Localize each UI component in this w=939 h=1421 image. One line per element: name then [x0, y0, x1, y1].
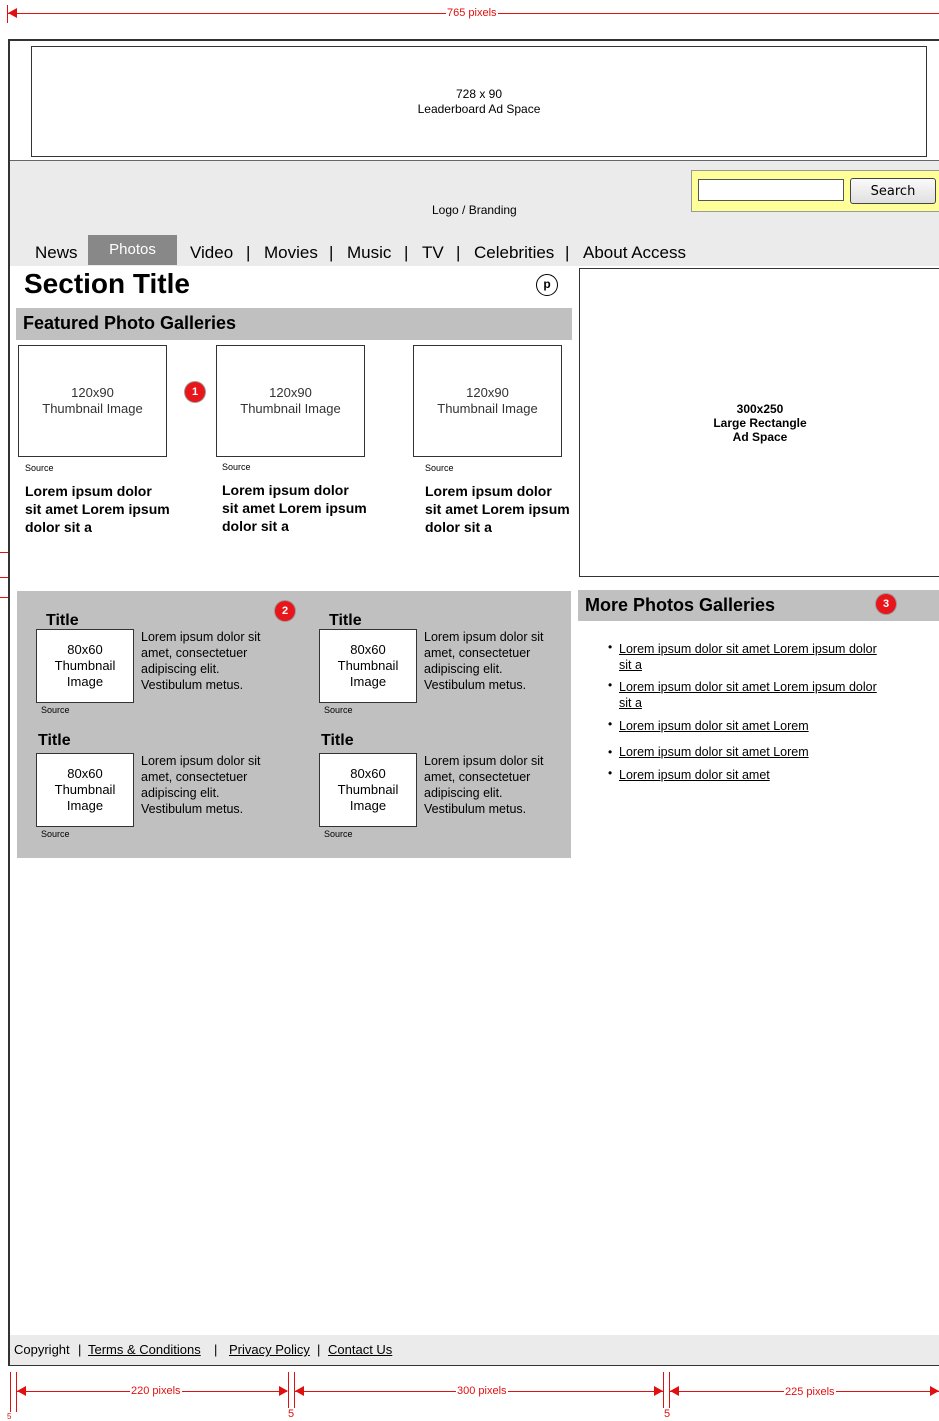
rectangle-ad-size: 300x250 [736, 401, 784, 416]
footer-link-privacy[interactable]: Privacy Policy [229, 1335, 310, 1365]
col2-width-label: 300 pixels [456, 1385, 508, 1397]
more-gallery-link[interactable]: Lorem ipsum dolor sit amet Lorem [619, 718, 879, 734]
rectangle-ad[interactable]: 300x250 Large Rectangle Ad Space [579, 268, 939, 577]
footer: Copyright | Terms & Conditions | Privacy… [10, 1335, 939, 1365]
more-gallery-link[interactable]: Lorem ipsum dolor sit amet [619, 767, 879, 783]
bullet: • [608, 717, 613, 731]
nav-item-tv[interactable]: TV [422, 241, 444, 265]
logo-branding[interactable]: Logo / Branding [432, 203, 517, 217]
gallery-title[interactable]: Title [46, 612, 79, 630]
featured-title-link[interactable]: Lorem ipsum dolor sit amet Lorem ipsum d… [25, 482, 170, 536]
featured-title-link[interactable]: Lorem ipsum dolor sit amet Lorem ipsum d… [222, 481, 367, 535]
source-credit: Source [222, 462, 251, 472]
section-title: Section Title [24, 268, 190, 299]
nav-item-music[interactable]: Music [347, 241, 391, 265]
leaderboard-ad-size: 728 x 90 [455, 86, 503, 101]
thumbnail-size: 120x90 [466, 385, 509, 400]
footer-link-terms[interactable]: Terms & Conditions [88, 1335, 201, 1365]
nav-item-news[interactable]: News [35, 241, 78, 265]
gallery-thumbnail[interactable]: 80x60 Thumbnail Image [319, 753, 417, 827]
gutter-label: 5 [6, 1412, 13, 1421]
more-gallery-link[interactable]: Lorem ipsum dolor sit amet Lorem ipsum d… [619, 641, 879, 673]
footer-separator: | [214, 1342, 218, 1357]
nav-item-about-access[interactable]: About Access [583, 241, 686, 265]
annotation-badge-3: 3 [876, 594, 896, 614]
nav-item-movies[interactable]: Movies [264, 241, 318, 265]
nav-item-video[interactable]: Video [190, 241, 233, 265]
top-width-label: 765 pixels [446, 7, 498, 19]
nav-separator: | [404, 243, 409, 262]
thumbnail-size: 120x90 [269, 385, 312, 400]
featured-thumbnail[interactable]: 120x90 Thumbnail Image [216, 345, 365, 457]
gutter-label: 5 [287, 1408, 296, 1420]
more-gallery-link[interactable]: Lorem ipsum dolor sit amet Lorem [619, 744, 879, 760]
nav-item-celebrities[interactable]: Celebrities [474, 241, 554, 265]
footer-link-contact[interactable]: Contact Us [328, 1335, 392, 1365]
source-credit: Source [324, 829, 353, 839]
footer-separator: | [317, 1342, 321, 1357]
featured-thumbnail[interactable]: 120x90 Thumbnail Image [18, 345, 167, 457]
thumbnail-label: Thumbnail Image [240, 401, 341, 416]
nav-separator: | [456, 243, 461, 262]
footer-separator: | [78, 1342, 82, 1357]
source-credit: Source [41, 705, 70, 715]
gallery-thumbnail[interactable]: 80x60 Thumbnail Image [36, 753, 134, 827]
bullet: • [608, 640, 613, 654]
search-input[interactable] [698, 179, 844, 201]
source-credit: Source [324, 705, 353, 715]
gallery-thumbnail[interactable]: 80x60 Thumbnail Image [36, 629, 134, 703]
gallery-description: Lorem ipsum dolor sit amet, consectetuer… [424, 630, 544, 692]
gallery-title[interactable]: Title [38, 732, 71, 750]
gallery-title[interactable]: Title [321, 732, 354, 750]
bullet: • [608, 745, 613, 759]
featured-heading: Featured Photo Galleries [23, 313, 237, 333]
nav-separator: | [246, 243, 251, 262]
col1-width-label: 220 pixels [130, 1385, 182, 1397]
gutter-label: 5 [663, 1408, 672, 1420]
footer-copyright: Copyright [14, 1342, 70, 1357]
bullet: • [608, 766, 613, 780]
gallery-description: Lorem ipsum dolor sit amet, consectetuer… [424, 754, 544, 816]
rectangle-ad-line3: Ad Space [732, 429, 788, 444]
thumbnail-size: 120x90 [71, 385, 114, 400]
nav-separator: | [329, 243, 334, 262]
rectangle-ad-line2: Large Rectangle [713, 415, 807, 430]
nav-item-photos[interactable]: Photos [88, 235, 177, 265]
more-heading: More Photos Galleries [585, 595, 776, 615]
featured-heading-bar: Featured Photo Galleries [16, 308, 572, 340]
featured-title-link[interactable]: Lorem ipsum dolor sit amet Lorem ipsum d… [425, 482, 570, 536]
nav-separator: | [565, 243, 570, 262]
gallery-description: Lorem ipsum dolor sit amet, consectetuer… [141, 630, 261, 692]
search-button[interactable]: Search [850, 178, 936, 204]
source-credit: Source [41, 829, 70, 839]
search-box: Search [691, 170, 939, 212]
col3-width-label: 225 pixels [784, 1386, 836, 1398]
leaderboard-ad[interactable]: 728 x 90 Leaderboard Ad Space [31, 46, 927, 157]
thumbnail-label: Thumbnail Image [437, 401, 538, 416]
source-credit: Source [25, 463, 54, 473]
annotation-badge-2: 2 [275, 601, 295, 621]
print-icon[interactable]: p [536, 274, 558, 296]
bullet: • [608, 678, 613, 692]
featured-thumbnail[interactable]: 120x90 Thumbnail Image [413, 345, 562, 457]
gallery-description: Lorem ipsum dolor sit amet, consectetuer… [141, 754, 261, 816]
source-credit: Source [425, 463, 454, 473]
gallery-thumbnail[interactable]: 80x60 Thumbnail Image [319, 629, 417, 703]
gallery-title[interactable]: Title [329, 612, 362, 630]
annotation-badge-1: 1 [185, 382, 205, 402]
leaderboard-ad-label: Leaderboard Ad Space [417, 101, 541, 116]
thumbnail-label: Thumbnail Image [42, 401, 143, 416]
more-gallery-link[interactable]: Lorem ipsum dolor sit amet Lorem ipsum d… [619, 679, 879, 711]
